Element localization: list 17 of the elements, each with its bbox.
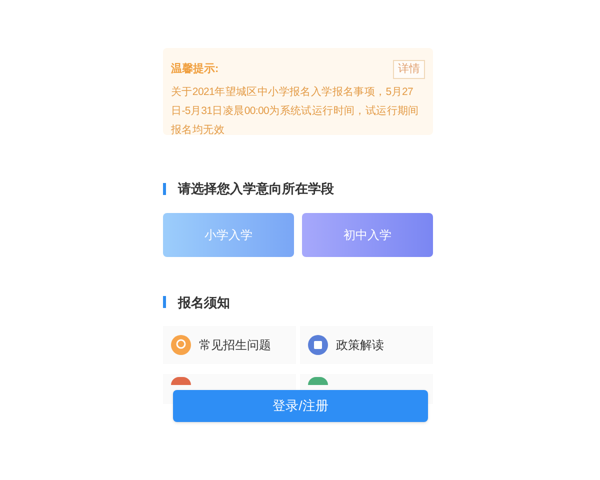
partial-icon	[171, 377, 191, 385]
item-label: 政策解读	[336, 337, 384, 354]
section-heading: 请选择您入学意向所在学段	[178, 180, 334, 198]
notice-title: 温馨提示:	[171, 62, 219, 77]
stage-button[interactable]: 初中入学	[302, 212, 433, 256]
login-button[interactable]: 登录/注册	[173, 390, 428, 422]
heading-accent	[163, 296, 166, 308]
partial-icon	[308, 377, 328, 385]
stage-button[interactable]: 小学入学	[163, 212, 294, 256]
detail-button[interactable]: 详情	[393, 60, 425, 78]
document-icon	[308, 335, 328, 355]
notice-item[interactable]: 政策解读	[300, 326, 433, 364]
section-heading: 报名须知	[178, 294, 230, 312]
heading-accent	[163, 182, 166, 195]
notice-item[interactable]: 常见招生问题	[163, 326, 296, 364]
notice-text: 关于2021年望城区中小学报名入学报名事项，5月27日-5月31日凌晨00:00为系统试运行时间，试运行期间报名均无效	[171, 84, 420, 138]
item-label: 常见招生问题	[199, 337, 271, 354]
